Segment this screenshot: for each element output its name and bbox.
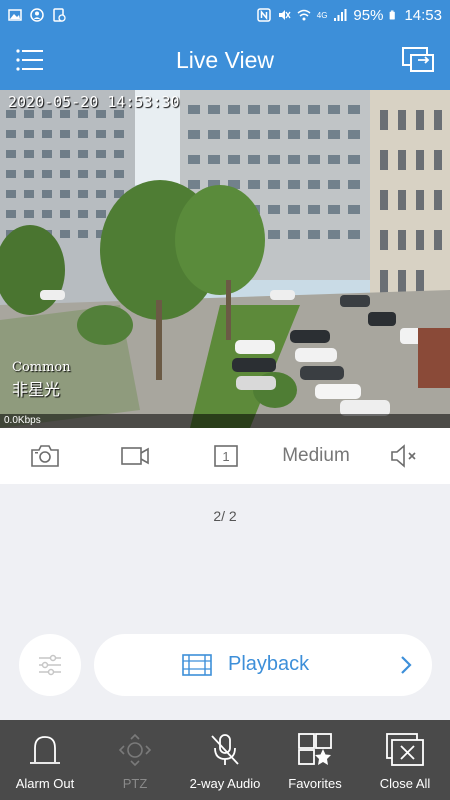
camera-icon [31,445,59,467]
account-notification-icon [30,8,44,22]
playback-button[interactable]: Playback [94,634,432,696]
wifi-icon [297,9,311,21]
video-record-icon [121,447,149,465]
alarm-out-button[interactable]: Alarm Out [0,720,90,800]
ptz-button[interactable]: PTZ [90,720,180,800]
audio-toggle-button[interactable] [375,428,435,484]
app-bar: Live View [0,30,450,90]
film-icon [182,654,212,676]
two-way-audio-button[interactable]: 2-way Audio [180,720,270,800]
page-title: Live View [175,46,275,73]
network-type: 4G [316,10,328,20]
two-way-audio-label: 2-way Audio [189,776,261,791]
chevron-right-icon [401,656,412,674]
gallery-notification-icon [8,9,22,21]
alarm-out-label: Alarm Out [15,776,75,791]
status-bar: 4G 95% 14:53 [0,0,450,30]
filter-button[interactable] [19,634,81,696]
favorites-label: Favorites [288,776,342,791]
favorites-button[interactable]: Favorites [270,720,360,800]
status-notifications [8,8,66,22]
live-video[interactable]: 2020-05-20 14:53:30 Common 非星光 0.0Kbps [0,90,450,428]
speaker-muted-icon [391,444,416,468]
close-all-button[interactable]: Close All [360,720,450,800]
page-indicator: 2/ 2 [213,508,237,524]
sliders-icon [39,654,61,676]
microphone-muted-icon [211,734,239,765]
video-timestamp: 2020-05-20 14:53:30 [8,93,180,111]
mute-icon [278,10,291,20]
video-control-toolbar: 1 Medium [0,428,450,484]
favorites-grid-icon [298,733,332,765]
single-window-icon: 1 [214,445,238,467]
snapshot-button[interactable] [15,428,75,484]
multi-screen-icon[interactable] [402,46,436,74]
device-notification-icon [53,8,66,22]
bitrate-display: 0.0Kbps [0,414,450,428]
record-button[interactable] [105,428,165,484]
channel-label: Common [12,360,71,375]
bottom-action-bar: Alarm Out PTZ 2-way Audio Favorites Clos… [0,720,450,800]
window-split-button[interactable]: 1 [196,428,256,484]
clock: 14:53 [404,6,442,24]
camera-scene-image [0,90,450,428]
window-count: 1 [222,449,229,464]
ptz-control-icon [118,733,152,767]
quality-selector[interactable]: Medium [268,428,364,484]
playback-label: Playback [228,653,310,675]
battery-icon [390,10,396,20]
close-all-icon [386,733,424,766]
channel-sublabel: 非星光 [12,380,61,399]
signal-icon [334,9,347,21]
battery-percent: 95% [353,6,384,24]
nfc-icon [257,8,271,22]
ptz-label: PTZ [122,776,148,791]
close-all-label: Close All [379,776,431,791]
alarm-light-icon [30,736,60,764]
